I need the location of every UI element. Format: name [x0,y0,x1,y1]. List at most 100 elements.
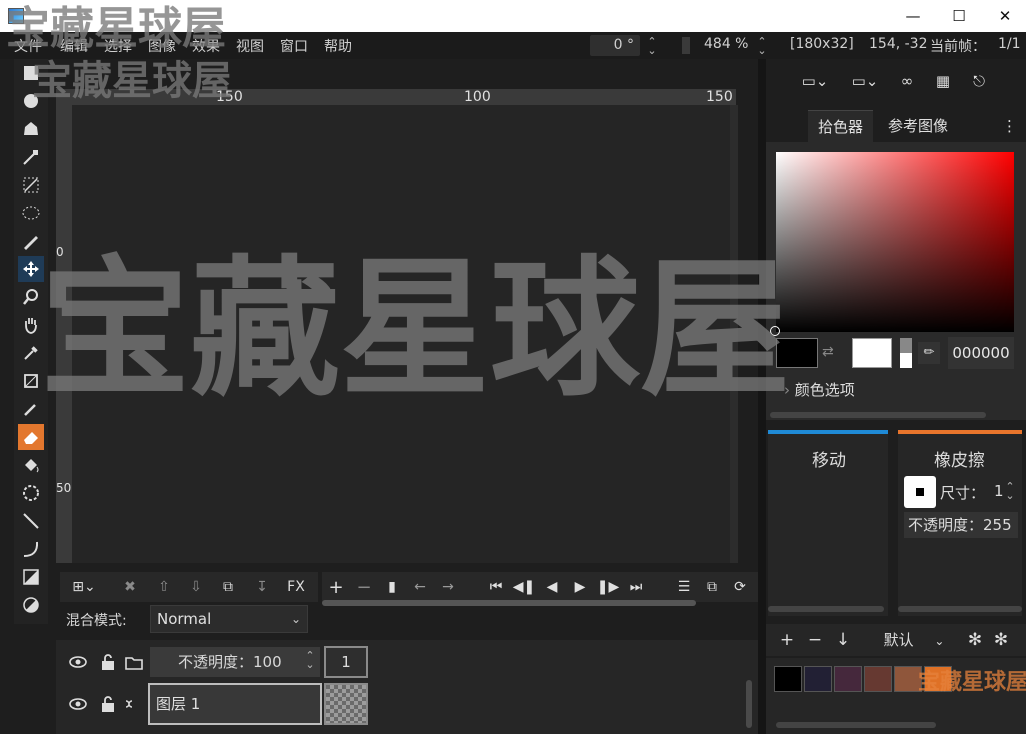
line-select-tool[interactable] [18,172,44,198]
add-layer-button[interactable]: ⊞⌄ [64,576,104,598]
size-spinner[interactable]: ⌃ ⌄ [1004,481,1016,501]
palette-settings-icon[interactable]: ✻ [988,628,1014,652]
timeline-list-icon[interactable]: ☰ [672,576,696,598]
checkerboard-icon[interactable]: ▦ [928,67,958,95]
move-layer-up-button[interactable]: ⇧ [152,576,176,598]
prev-frame-button[interactable]: ◀❚ [512,576,536,598]
first-frame-button[interactable]: ⏮ [484,576,508,598]
eyedropper-icon[interactable]: ✏ [918,342,940,364]
line-tool[interactable] [18,508,44,534]
shading-tool[interactable] [18,592,44,618]
pencil-tool[interactable] [18,228,44,254]
pixel-perfect-icon[interactable]: ∞ [892,67,922,95]
palette-scrollbar[interactable] [776,722,936,728]
clone-tool[interactable] [18,480,44,506]
lock-icon[interactable] [98,694,118,714]
remove-frame-button[interactable]: − [352,576,376,598]
symmetry-x-icon[interactable]: ▭⌄ [792,67,838,95]
move-frame-right-button[interactable]: → [436,576,460,598]
pan-tool[interactable] [18,312,44,338]
palette-swatch[interactable] [864,666,892,692]
color-panel-scrollbar[interactable] [770,412,986,418]
play-backwards-button[interactable]: ◀ [540,576,564,598]
menu-view[interactable]: 视图 [236,36,264,56]
eye-icon[interactable] [68,652,88,672]
layer-name-field[interactable]: 图层 1 [148,683,322,725]
maximize-button[interactable]: ☐ [936,0,982,32]
palette-select[interactable]: 默认 ⌄ [866,628,962,652]
add-color-button[interactable]: + [774,628,800,652]
delete-layer-button[interactable]: ✖ [118,576,142,598]
secondary-color-swatch[interactable] [852,338,892,368]
eraser-pane-scrollbar[interactable] [898,606,1022,612]
more-options-icon[interactable]: ⋮ [1002,110,1017,142]
symmetry-y-icon[interactable]: ▭⌄ [842,67,888,95]
default-colors-icon[interactable] [900,338,912,368]
eraser-tool[interactable] [18,424,44,450]
lasso-select-tool[interactable] [18,116,44,142]
copy-frame-icon[interactable]: ▮ [380,576,404,598]
layer-fx-button[interactable]: FX [284,576,308,598]
hex-color-input[interactable]: 000000 [948,337,1014,369]
tab-color-picker[interactable]: 拾色器 [808,110,874,142]
next-frame-button[interactable]: ❚▶ [596,576,620,598]
frame-number-cell[interactable]: 1 [324,646,368,678]
loop-icon[interactable]: ⟳ [728,576,752,598]
move-layer-down-button[interactable]: ⇩ [184,576,208,598]
color-options-toggle[interactable]: › 颜色选项 [784,379,855,400]
menu-select[interactable]: 选择 [104,36,132,56]
opacity-spinner[interactable]: ⌃ ⌄ [304,650,316,670]
import-palette-button[interactable]: ↓ [830,628,856,652]
drawing-canvas[interactable] [72,105,730,563]
lock-icon[interactable] [98,652,118,672]
crop-tool[interactable] [18,368,44,394]
palette-swatch[interactable] [774,666,802,692]
ellipse-select-tool[interactable] [18,88,44,114]
layers-scrollbar[interactable] [746,680,752,728]
menu-effects[interactable]: 效果 [192,36,220,56]
palette-swatch[interactable] [834,666,862,692]
add-frame-button[interactable]: + [324,576,348,598]
palette-options-icon[interactable]: ✻ [962,628,988,652]
timeline-scrollbar[interactable] [322,600,696,606]
rect-select-tool[interactable] [18,60,44,86]
menu-image[interactable]: 图像 [148,36,176,56]
close-button[interactable]: ✕ [982,0,1026,32]
move-frame-left-button[interactable]: ← [408,576,432,598]
brush-tool[interactable] [18,396,44,422]
zoom-spinner[interactable]: ⌃ ⌄ [756,36,768,56]
menu-window[interactable]: 窗口 [280,36,308,56]
move-pane-scrollbar[interactable] [768,606,884,612]
palette-swatch[interactable] [894,666,922,692]
zoom-slider-handle[interactable] [682,37,690,54]
minimize-button[interactable]: — [890,0,936,32]
primary-color-swatch[interactable] [776,338,818,368]
palette-swatch[interactable] [804,666,832,692]
layer-thumbnail[interactable] [324,683,368,725]
tab-reference-image[interactable]: 参考图像 [878,110,958,142]
shape-select-tool[interactable] [18,200,44,226]
move-tool[interactable] [18,256,44,282]
palette-swatch[interactable] [924,666,952,692]
menu-help[interactable]: 帮助 [324,36,352,56]
menu-file[interactable]: 文件 [14,36,42,56]
link-icon[interactable] [122,694,142,714]
remove-color-button[interactable]: − [802,628,828,652]
blend-mode-select[interactable]: Normal ⌄ [150,605,308,633]
brush-shape-button[interactable] [904,476,936,508]
folder-icon[interactable] [124,652,144,672]
eye-icon[interactable] [68,694,88,714]
zoom-tool[interactable] [18,284,44,310]
duplicate-layer-button[interactable]: ⧉ [216,576,240,598]
merge-layer-button[interactable]: ↧ [250,576,274,598]
eyedropper-tool[interactable] [18,340,44,366]
onion-skin-icon[interactable]: ⧉ [700,576,724,598]
curve-tool[interactable] [18,536,44,562]
fill-tool[interactable] [18,452,44,478]
picker-cursor[interactable] [770,326,780,336]
magic-wand-tool[interactable] [18,144,44,170]
zoom-value[interactable]: 484 % [704,36,748,52]
play-button[interactable]: ▶ [568,576,592,598]
swap-colors-icon[interactable]: ⇄ [822,344,834,360]
rotation-field[interactable]: 0 ° [590,35,640,56]
